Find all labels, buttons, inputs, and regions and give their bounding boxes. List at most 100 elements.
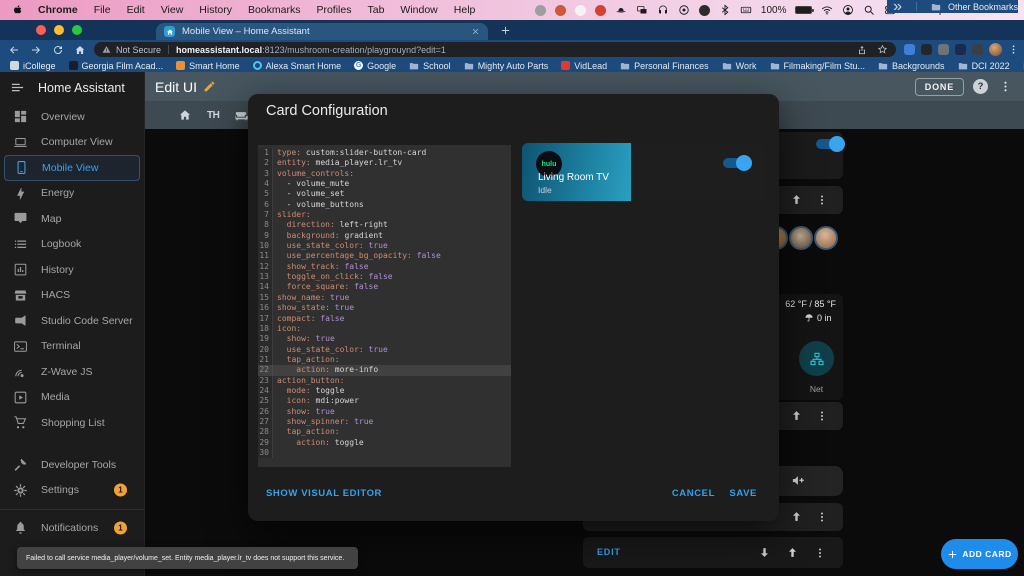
person-avatar[interactable] [789,226,813,250]
volume-plus-icon[interactable] [791,473,806,488]
app-white-icon[interactable] [575,5,586,16]
card-menu-icon[interactable] [814,547,826,559]
cancel-button[interactable]: CANCEL [672,488,715,499]
extension-navy-icon[interactable] [955,44,966,55]
share-icon[interactable] [857,45,867,55]
browser-home-icon[interactable] [74,44,86,56]
sidebar-item-hacs[interactable]: HACS [0,283,144,309]
show-visual-editor-button[interactable]: SHOW VISUAL EDITOR [266,488,382,499]
browser-tab[interactable]: Mobile View – Home Assistant [156,23,488,40]
move-down-icon[interactable] [758,546,771,559]
extension-dark-icon[interactable] [921,44,932,55]
bookmark-backgrounds[interactable]: Backgrounds [878,61,945,71]
menubar-item-chrome[interactable]: Chrome [38,4,78,16]
url-bar[interactable]: Not Secure homeassistant.local :8123/mus… [94,42,896,57]
menubar-item-bookmarks[interactable]: Bookmarks [248,4,301,16]
sidebar-item-overview[interactable]: Overview [0,104,144,130]
apple-menu-icon[interactable] [12,4,24,16]
app-grey-icon[interactable] [535,5,546,16]
card-menu-icon[interactable] [816,511,828,523]
sidebar-item-energy[interactable]: Energy [0,181,144,207]
menubar-item-window[interactable]: Window [400,4,437,16]
ha-overflow-menu-icon[interactable] [999,80,1012,93]
bookmark-dci-2022[interactable]: DCI 2022 [958,61,1010,71]
bookmark-filmaking-film-stu[interactable]: Filmaking/Film Stu... [770,61,866,71]
window-close-button[interactable] [36,25,46,35]
sidebar-menu-icon[interactable] [10,80,25,95]
tab-close-icon[interactable] [471,27,480,36]
sidebar-item-shopping-list[interactable]: Shopping List [0,410,144,436]
sidebar-item-computer-view[interactable]: Computer View [0,130,144,156]
keyboard-icon[interactable] [740,4,752,16]
sidebar-item-history[interactable]: History [0,257,144,283]
bookmark-work[interactable]: Work [722,61,757,71]
user-switch-icon[interactable] [842,4,854,16]
battery-icon[interactable] [795,6,812,14]
bookmark-alexa-smart-home[interactable]: Alexa Smart Home [253,61,342,71]
bookmark-smart-home[interactable]: Smart Home [176,61,240,71]
sidebar-item-z-wave-js[interactable]: Z-Wave JS [0,359,144,385]
sidebar-item-developer-tools[interactable]: Developer Tools [0,452,144,478]
bookmark-school[interactable]: School [409,61,451,71]
extension-slate-icon[interactable] [972,44,983,55]
yaml-editor[interactable]: 1type: custom:slider-button-card2entity:… [258,145,511,467]
preview-toggle[interactable] [723,158,749,168]
sidebar-item-notifications[interactable]: Notifications1 [0,515,144,541]
tab-format-text-icon[interactable]: TH [207,110,219,121]
display-mirror-icon[interactable] [636,4,648,16]
menubar-item-profiles[interactable]: Profiles [316,4,351,16]
move-up-icon[interactable] [790,510,803,523]
menubar-item-history[interactable]: History [199,4,232,16]
forward-icon[interactable] [30,44,42,56]
wifi-icon[interactable] [821,4,833,16]
menubar-item-help[interactable]: Help [454,4,476,16]
app-dark-icon[interactable] [699,5,710,16]
back-icon[interactable] [8,44,20,56]
sidebar-item-studio-code-server[interactable]: Studio Code Server [0,308,144,334]
tab-home-icon[interactable] [178,108,192,122]
done-button[interactable]: DONE [915,78,964,96]
bg-toggle[interactable] [816,139,842,149]
screen-record-icon[interactable] [678,4,690,16]
bookmarks-chevron[interactable]: » [893,0,902,16]
app-orange-icon[interactable] [555,5,566,16]
profile-avatar[interactable] [989,43,1002,56]
battery-percent-icon[interactable]: 100% [761,5,787,16]
move-up-icon[interactable] [790,193,803,206]
window-minimize-button[interactable] [54,25,64,35]
headphones-icon[interactable] [657,4,669,16]
help-icon[interactable]: ? [973,79,988,94]
add-card-button[interactable]: ADD CARD [941,539,1018,569]
bookmark-mighty-auto-parts[interactable]: Mighty Auto Parts [464,61,549,71]
bluetooth-icon[interactable] [719,4,731,16]
card-menu-icon[interactable] [816,194,828,206]
reload-icon[interactable] [52,44,64,56]
window-zoom-button[interactable] [72,25,82,35]
move-up-icon[interactable] [786,546,799,559]
bookmark-georgia-film-acad[interactable]: Georgia Film Acad... [69,61,164,71]
sidebar-item-terminal[interactable]: Terminal [0,334,144,360]
sidebar-item-map[interactable]: Map [0,206,144,232]
sidebar-item-media[interactable]: Media [0,385,144,411]
new-tab-icon[interactable] [500,25,511,36]
tab-sofa-icon[interactable] [234,108,248,122]
net-button[interactable] [799,341,834,376]
sidebar-item-logbook[interactable]: Logbook [0,232,144,258]
move-up-icon[interactable] [790,409,803,422]
bookmark-google[interactable]: GGoogle [354,61,396,71]
app-red-icon[interactable] [595,5,606,16]
bookmark-star-icon[interactable] [877,44,888,55]
extension-blue-icon[interactable] [904,44,915,55]
sidebar-item-mobile-view[interactable]: Mobile View [4,155,140,181]
person-avatar[interactable] [814,226,838,250]
chrome-menu-icon[interactable] [1008,44,1019,55]
card-menu-icon[interactable] [816,410,828,422]
menubar-item-view[interactable]: View [161,4,184,16]
bowler-hat-icon[interactable] [615,4,627,16]
menubar-item-edit[interactable]: Edit [127,4,145,16]
menubar-item-tab[interactable]: Tab [367,4,384,16]
save-button[interactable]: SAVE [729,488,757,499]
edit-pencil-icon[interactable] [203,80,216,93]
sidebar-item-settings[interactable]: Settings1 [0,478,144,504]
bookmark-personal-finances[interactable]: Personal Finances [620,61,709,71]
